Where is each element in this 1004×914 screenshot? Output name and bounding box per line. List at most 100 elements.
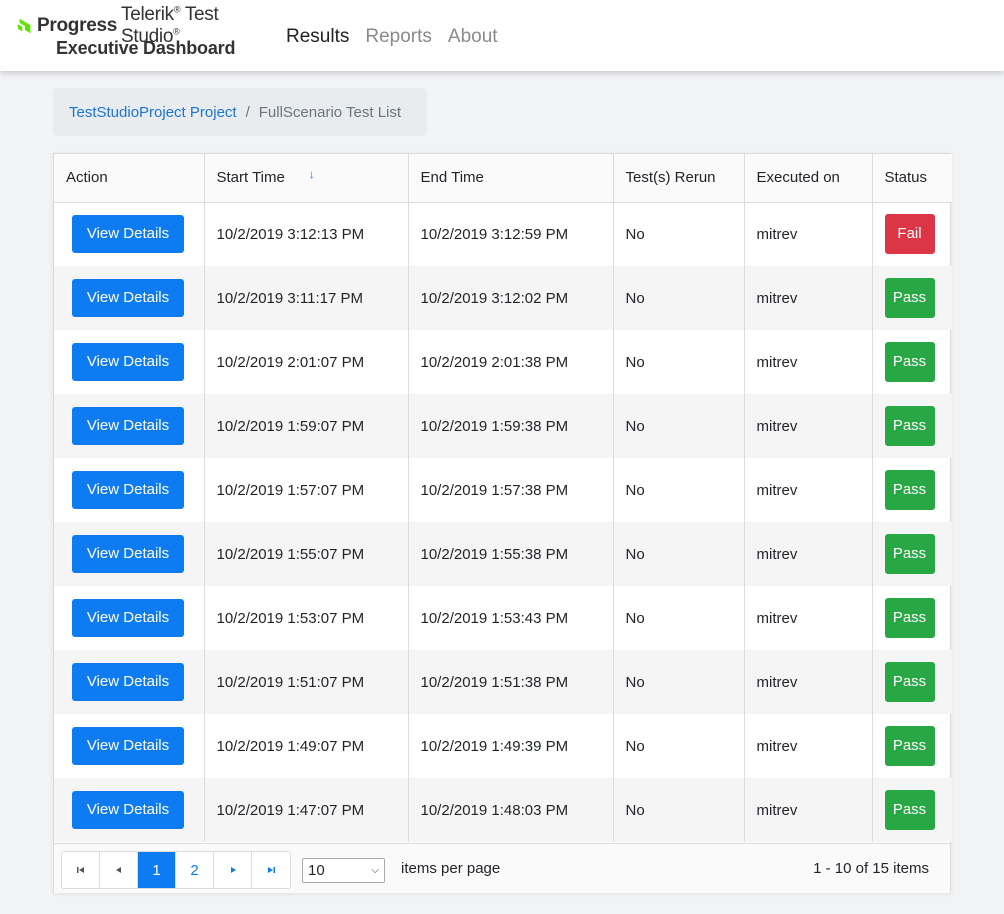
- status-cell: Pass: [872, 458, 952, 522]
- column-header-status[interactable]: Status: [872, 154, 952, 203]
- table-body: View Details 10/2/2019 3:12:13 PM 10/2/201…: [54, 202, 952, 842]
- start-time-cell: 10/2/2019 3:12:13 PM: [204, 202, 409, 266]
- status-badge: Pass: [884, 726, 935, 766]
- view-details-button[interactable]: View Details: [72, 727, 184, 765]
- top-navbar: Progress Telerik® Test Studio® Executive…: [0, 0, 1004, 71]
- executed-on-cell: mitrev: [744, 650, 873, 714]
- status-cell: Pass: [872, 778, 952, 842]
- view-details-button[interactable]: View Details: [72, 343, 184, 381]
- action-cell: View Details: [54, 458, 205, 522]
- executed-on-cell: mitrev: [744, 458, 873, 522]
- breadcrumb-separator: /: [245, 103, 250, 121]
- status-badge: Pass: [884, 598, 935, 638]
- table-row: View Details 10/2/2019 1:51:07 PM 10/2/201…: [54, 650, 952, 714]
- end-time-cell: 10/2/2019 3:12:02 PM: [408, 266, 614, 330]
- results-grid: Action Start Time ↓ End Time Test(s) Reru…: [53, 153, 952, 893]
- column-header-start-time[interactable]: Start Time ↓: [204, 154, 409, 203]
- table-row: View Details 10/2/2019 1:57:07 PM 10/2/201…: [54, 458, 952, 522]
- rerun-cell: No: [613, 586, 745, 650]
- sort-descending-icon: ↓: [308, 167, 315, 182]
- column-header-end-time[interactable]: End Time: [408, 154, 614, 203]
- column-header-action[interactable]: Action: [54, 154, 205, 203]
- rerun-cell: No: [613, 650, 745, 714]
- end-time-cell: 10/2/2019 3:12:59 PM: [408, 202, 614, 266]
- end-time-cell: 10/2/2019 1:53:43 PM: [408, 586, 614, 650]
- table-row: View Details 10/2/2019 1:49:07 PM 10/2/201…: [54, 714, 952, 778]
- status-badge: Pass: [884, 278, 935, 318]
- status-cell: Pass: [872, 586, 952, 650]
- view-details-button[interactable]: View Details: [72, 407, 184, 445]
- table-row: View Details 10/2/2019 3:11:17 PM 10/2/201…: [54, 266, 952, 330]
- pager-buttons: 1 2: [61, 851, 291, 889]
- status-cell: Pass: [872, 394, 952, 458]
- end-time-cell: 10/2/2019 2:01:38 PM: [408, 330, 614, 394]
- status-badge: Pass: [884, 534, 935, 574]
- executed-on-cell: mitrev: [744, 778, 873, 842]
- executed-on-cell: mitrev: [744, 714, 873, 778]
- nav-reports[interactable]: Reports: [365, 26, 432, 48]
- start-time-cell: 10/2/2019 3:11:17 PM: [204, 266, 409, 330]
- status-cell: Pass: [872, 266, 952, 330]
- nav-results[interactable]: Results: [286, 26, 349, 48]
- table-header-row: Action Start Time ↓ End Time Test(s) Reru…: [54, 154, 952, 203]
- breadcrumb: TestStudioProject Project / FullScenario…: [53, 88, 427, 136]
- view-details-button[interactable]: View Details: [72, 535, 184, 573]
- rerun-cell: No: [613, 522, 745, 586]
- breadcrumb-current: FullScenario Test List: [258, 103, 402, 121]
- start-time-cell: 10/2/2019 1:51:07 PM: [204, 650, 409, 714]
- chevron-down-icon: ⌵: [371, 865, 379, 876]
- first-page-icon[interactable]: [62, 852, 100, 888]
- start-time-cell: 10/2/2019 1:55:07 PM: [204, 522, 409, 586]
- view-details-button[interactable]: View Details: [72, 663, 184, 701]
- start-time-cell: 10/2/2019 1:47:07 PM: [204, 778, 409, 842]
- table-row: View Details 10/2/2019 1:53:07 PM 10/2/201…: [54, 586, 952, 650]
- start-time-cell: 10/2/2019 1:49:07 PM: [204, 714, 409, 778]
- table-row: View Details 10/2/2019 3:12:13 PM 10/2/201…: [54, 202, 952, 266]
- status-cell: Pass: [872, 522, 952, 586]
- rerun-cell: No: [613, 714, 745, 778]
- status-badge: Pass: [884, 662, 935, 702]
- executed-on-cell: mitrev: [744, 202, 873, 266]
- view-details-button[interactable]: View Details: [72, 791, 184, 829]
- page-size-select[interactable]: 10 ⌵: [302, 858, 385, 883]
- prev-page-icon[interactable]: [100, 852, 138, 888]
- start-time-cell: 10/2/2019 1:53:07 PM: [204, 586, 409, 650]
- end-time-cell: 10/2/2019 1:57:38 PM: [408, 458, 614, 522]
- status-cell: Pass: [872, 714, 952, 778]
- view-details-button[interactable]: View Details: [72, 599, 184, 637]
- table-row: View Details 10/2/2019 1:47:07 PM 10/2/201…: [54, 778, 952, 842]
- column-header-executed-on[interactable]: Executed on: [744, 154, 873, 203]
- table-row: View Details 10/2/2019 1:55:07 PM 10/2/201…: [54, 522, 952, 586]
- action-cell: View Details: [54, 202, 205, 266]
- nav-about[interactable]: About: [448, 26, 498, 48]
- view-details-button[interactable]: View Details: [72, 215, 184, 254]
- brand-logo[interactable]: Progress Telerik® Test Studio® Executive…: [16, 4, 266, 64]
- last-page-icon[interactable]: [252, 852, 290, 888]
- action-cell: View Details: [54, 394, 205, 458]
- end-time-cell: 10/2/2019 1:59:38 PM: [408, 394, 614, 458]
- rerun-cell: No: [613, 458, 745, 522]
- rerun-cell: No: [613, 266, 745, 330]
- page-button-1[interactable]: 1: [138, 852, 176, 888]
- view-details-button[interactable]: View Details: [72, 471, 184, 509]
- column-header-rerun[interactable]: Test(s) Rerun: [613, 154, 745, 203]
- rerun-cell: No: [613, 778, 745, 842]
- items-per-page-label: items per page: [401, 860, 501, 877]
- page-button-2[interactable]: 2: [176, 852, 214, 888]
- view-details-button[interactable]: View Details: [72, 279, 184, 317]
- next-page-icon[interactable]: [214, 852, 252, 888]
- executed-on-cell: mitrev: [744, 586, 873, 650]
- pager: 1 2 10 ⌵ items per page 1 - 10 of 15 ite…: [54, 843, 950, 893]
- executed-on-cell: mitrev: [744, 266, 873, 330]
- action-cell: View Details: [54, 266, 205, 330]
- status-cell: Pass: [872, 330, 952, 394]
- status-badge: Pass: [884, 470, 935, 510]
- main-nav: Results Reports About: [286, 26, 514, 48]
- status-badge: Fail: [884, 214, 935, 255]
- end-time-cell: 10/2/2019 1:48:03 PM: [408, 778, 614, 842]
- action-cell: View Details: [54, 330, 205, 394]
- breadcrumb-project-link[interactable]: TestStudioProject Project: [69, 104, 237, 121]
- action-cell: View Details: [54, 586, 205, 650]
- executed-on-cell: mitrev: [744, 330, 873, 394]
- action-cell: View Details: [54, 650, 205, 714]
